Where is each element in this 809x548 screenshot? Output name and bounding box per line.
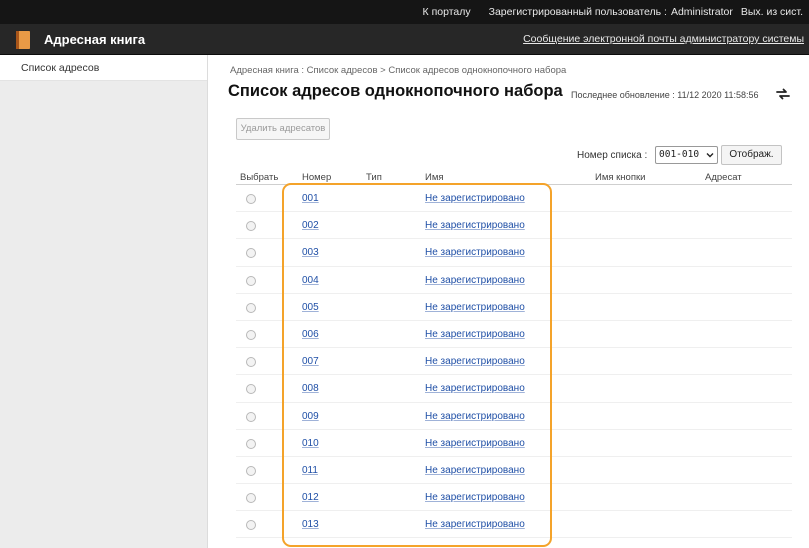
table-row: 003 Не зарегистрировано: [236, 239, 792, 267]
select-radio[interactable]: [246, 275, 256, 286]
entry-name-link[interactable]: Не зарегистрировано: [425, 383, 525, 394]
logout-link[interactable]: Вых. из сист.: [741, 6, 803, 18]
entry-name-link[interactable]: Не зарегистрировано: [425, 193, 525, 204]
select-radio[interactable]: [246, 411, 256, 422]
table-row: 007 Не зарегистрировано: [236, 348, 792, 376]
entry-name-link[interactable]: Не зарегистрировано: [425, 302, 525, 313]
app-title: Адресная книга: [44, 32, 146, 47]
refresh-icon[interactable]: [775, 87, 791, 101]
table-header: Выбрать Номер Тип Имя Имя кнопки Адресат: [236, 172, 792, 185]
sidebar: Список адресов: [0, 55, 208, 548]
entry-number-link[interactable]: 013: [302, 519, 319, 530]
entry-name-link[interactable]: Не зарегистрировано: [425, 329, 525, 340]
entry-number-link[interactable]: 007: [302, 356, 319, 367]
entry-number-link[interactable]: 008: [302, 383, 319, 394]
column-type: Тип: [366, 172, 382, 183]
column-select: Выбрать: [240, 172, 279, 183]
column-number: Номер: [302, 172, 332, 183]
entry-name-link[interactable]: Не зарегистрировано: [425, 356, 525, 367]
last-update-text: Последнее обновление : 11/12 2020 11:58:…: [571, 90, 759, 100]
table-row: 002 Не зарегистрировано: [236, 212, 792, 240]
title-bar: Адресная книга Сообщение электронной поч…: [0, 24, 809, 55]
table-row: 011 Не зарегистрировано: [236, 457, 792, 485]
entry-number-link[interactable]: 010: [302, 438, 319, 449]
select-radio[interactable]: [246, 520, 256, 531]
select-radio[interactable]: [246, 302, 256, 313]
select-radio[interactable]: [246, 465, 256, 476]
entry-number-link[interactable]: 002: [302, 220, 319, 231]
list-number-value: 001-010: [659, 149, 700, 160]
entry-number-link[interactable]: 005: [302, 302, 319, 313]
table-row: 006 Не зарегистрировано: [236, 321, 792, 349]
sidebar-item-address-list[interactable]: Список адресов: [0, 55, 207, 81]
page-title: Список адресов однокнопочного набора: [228, 82, 563, 100]
table-row: 013 Не зарегистрировано: [236, 511, 792, 539]
portal-link[interactable]: К порталу: [423, 6, 471, 18]
table-row: 010 Не зарегистрировано: [236, 430, 792, 457]
entry-name-link[interactable]: Не зарегистрировано: [425, 247, 525, 258]
table-row: 012 Не зарегистрировано: [236, 484, 792, 512]
entry-name-link[interactable]: Не зарегистрировано: [425, 492, 525, 503]
admin-mail-link[interactable]: Сообщение электронной почты администрато…: [523, 24, 804, 55]
entry-name-link[interactable]: Не зарегистрировано: [425, 438, 525, 449]
entry-name-link[interactable]: Не зарегистрировано: [425, 275, 525, 286]
column-recipient: Адресат: [705, 172, 742, 183]
entry-number-link[interactable]: 009: [302, 411, 319, 422]
address-table: Выбрать Номер Тип Имя Имя кнопки Адресат…: [236, 172, 792, 539]
registered-user-label: Зарегистрированный пользователь :: [488, 6, 667, 18]
select-radio[interactable]: [246, 329, 256, 340]
entry-number-link[interactable]: 011: [302, 465, 318, 476]
entry-name-link[interactable]: Не зарегистрировано: [425, 519, 525, 530]
list-number-label: Номер списка :: [577, 150, 648, 161]
registered-user-name: Administrator: [670, 6, 733, 18]
top-links: К порталу Зарегистрированный пользовател…: [405, 0, 803, 24]
chevron-down-icon: [706, 153, 714, 158]
display-button[interactable]: Отображ.: [721, 145, 782, 165]
select-radio[interactable]: [246, 221, 256, 232]
table-row: 001 Не зарегистрировано: [236, 185, 792, 213]
table-body: 001 Не зарегистрировано 002 Не зарегистриро…: [236, 185, 792, 539]
table-row: 004 Не зарегистрировано: [236, 267, 792, 294]
table-row: 008 Не зарегистрировано: [236, 375, 792, 403]
select-radio[interactable]: [246, 194, 256, 204]
breadcrumb: Адресная книга : Список адресов > Список…: [230, 65, 567, 76]
entry-name-link[interactable]: Не зарегистрировано: [425, 220, 525, 231]
top-bar: К порталу Зарегистрированный пользовател…: [0, 0, 809, 24]
entry-number-link[interactable]: 012: [302, 492, 319, 503]
entry-name-link[interactable]: Не зарегистрировано: [425, 411, 525, 422]
table-row: 005 Не зарегистрировано: [236, 294, 792, 321]
list-number-select[interactable]: 001-010: [655, 146, 718, 164]
select-radio[interactable]: [246, 357, 256, 368]
entry-name-link[interactable]: Не зарегистрировано: [425, 465, 525, 476]
entry-number-link[interactable]: 003: [302, 247, 319, 258]
main-content: Адресная книга : Список адресов > Список…: [209, 55, 809, 548]
delete-recipients-button[interactable]: Удалить адресатов: [236, 118, 330, 140]
select-radio[interactable]: [246, 248, 256, 259]
address-book-icon: [16, 31, 30, 49]
select-radio[interactable]: [246, 384, 256, 395]
entry-number-link[interactable]: 004: [302, 275, 319, 286]
select-radio[interactable]: [246, 493, 256, 504]
entry-number-link[interactable]: 001: [302, 193, 319, 204]
column-button-name: Имя кнопки: [595, 172, 646, 183]
entry-number-link[interactable]: 006: [302, 329, 319, 340]
column-name: Имя: [425, 172, 444, 183]
select-radio[interactable]: [246, 438, 256, 449]
table-row: 009 Не зарегистрировано: [236, 403, 792, 430]
